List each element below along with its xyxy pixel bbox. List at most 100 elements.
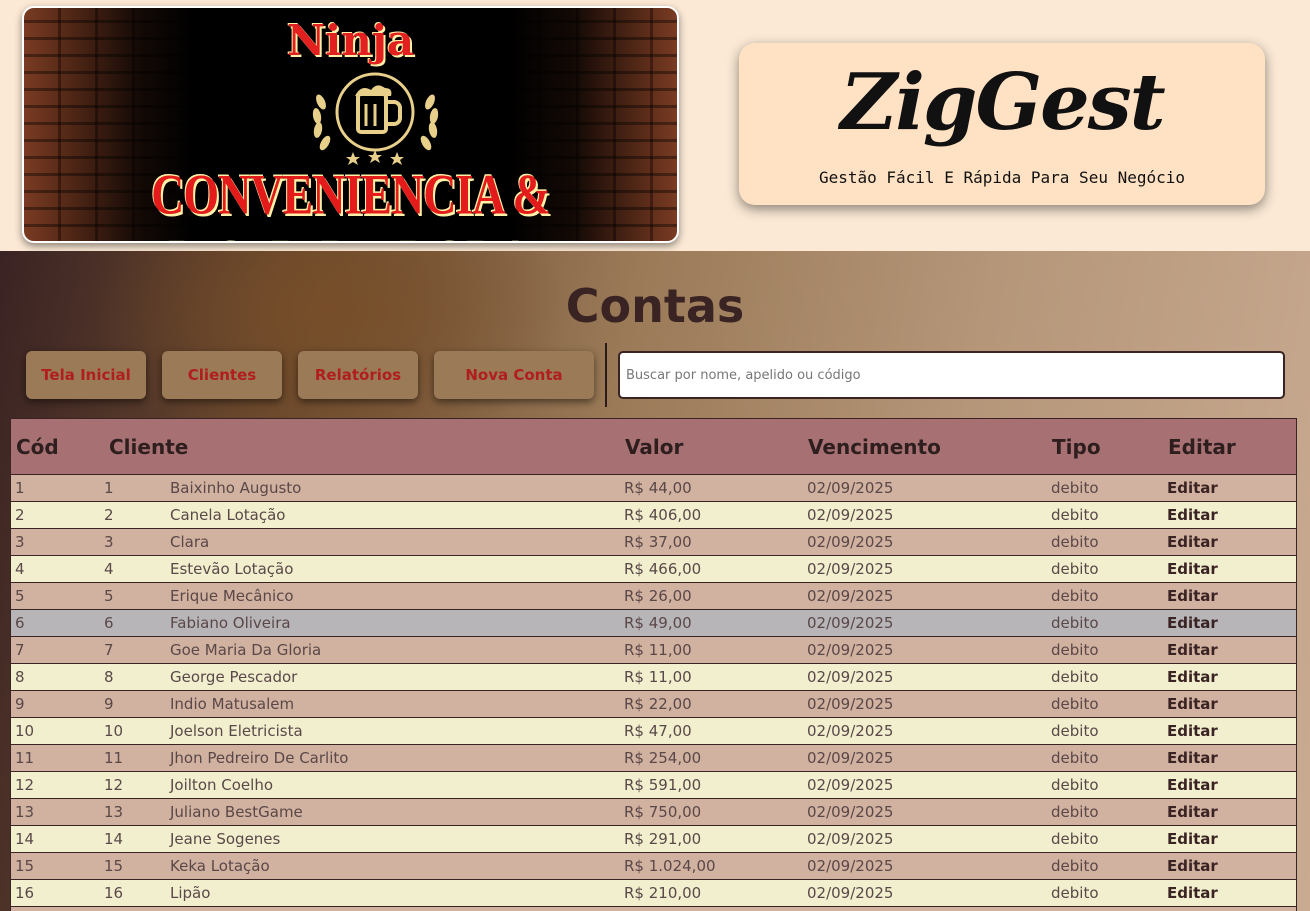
edit-link[interactable]: Editar: [1163, 555, 1296, 583]
table-row[interactable]: 4 4 Estevão Lotação R$ 466,00 02/09/2025 debi…: [11, 555, 1296, 583]
cell-type: debito: [1047, 609, 1163, 637]
cell-code: 10: [11, 717, 104, 745]
edit-link[interactable]: Editar: [1163, 879, 1296, 907]
cell-value: R$ 210,00: [620, 879, 803, 907]
cell-code: 11: [11, 744, 104, 772]
cell-type: debito: [1047, 501, 1163, 529]
edit-link[interactable]: Editar: [1163, 852, 1296, 880]
table-row[interactable]: 7 7 Goe Maria Da Gloria R$ 11,00 02/09/2025 d…: [11, 636, 1296, 664]
table-row[interactable]: 10 10 Joelson Eletricista R$ 47,00 02/09/202…: [11, 717, 1296, 745]
cell-code: 6: [11, 609, 104, 637]
cell-client: 6 Fabiano Oliveira: [104, 609, 620, 637]
cell-type: debito: [1047, 474, 1163, 502]
edit-link[interactable]: [1163, 906, 1296, 911]
cell-client-name: Estevão Lotação: [170, 560, 294, 578]
edit-link[interactable]: Editar: [1163, 744, 1296, 772]
table-row[interactable]: 11 11 Jhon Pedreiro De Carlito R$ 254,00 02/…: [11, 744, 1296, 772]
cell-code: 12: [11, 771, 104, 799]
cell-client: 12 Joilton Coelho: [104, 771, 620, 799]
page-title: Contas: [565, 279, 745, 333]
cell-client-id: 1: [104, 479, 114, 497]
edit-link[interactable]: Editar: [1163, 717, 1296, 745]
home-button[interactable]: Tela Inicial: [26, 351, 146, 399]
edit-link[interactable]: Editar: [1163, 474, 1296, 502]
cell-type: debito: [1047, 798, 1163, 826]
clients-button[interactable]: Clientes: [162, 351, 282, 399]
cell-code: 15: [11, 852, 104, 880]
table-row[interactable]: 8 8 George Pescador R$ 11,00 02/09/2025 debit…: [11, 663, 1296, 691]
reports-button[interactable]: Relatórios: [298, 351, 418, 399]
cell-client-id: 12: [104, 776, 124, 794]
brand-card: ZigGest Gestão Fácil E Rápida Para Seu N…: [739, 43, 1265, 205]
table-row[interactable]: 14 14 Jeane Sogenes R$ 291,00 02/09/2025 debi…: [11, 825, 1296, 853]
cell-value: R$ 22,00: [620, 690, 803, 718]
table-row[interactable]: 16 16 Lipão R$ 210,00 02/09/2025 debito Editar: [11, 879, 1296, 907]
header: Ninja CONVENIENCIA & ZigGest Gestão Fáci…: [0, 0, 1310, 251]
cell-client-id: 10: [104, 722, 124, 740]
col-header-due[interactable]: Vencimento: [803, 418, 1047, 475]
cell-due: [803, 906, 1047, 911]
cell-value: R$ 26,00: [620, 582, 803, 610]
edit-link[interactable]: Editar: [1163, 609, 1296, 637]
cell-client: 4 Estevão Lotação: [104, 555, 620, 583]
col-header-client[interactable]: Cliente: [104, 418, 620, 475]
table-row[interactable]: 13 13 Juliano BestGame R$ 750,00 02/09/2025 d…: [11, 798, 1296, 826]
edit-link[interactable]: Editar: [1163, 690, 1296, 718]
table-row[interactable]: 1717: [11, 906, 1296, 911]
cell-type: debito: [1047, 717, 1163, 745]
cell-value: R$ 591,00: [620, 771, 803, 799]
edit-link[interactable]: Editar: [1163, 528, 1296, 556]
edit-link[interactable]: Editar: [1163, 636, 1296, 664]
cell-client-name: Keka Lotação: [170, 857, 270, 875]
cell-client-id: 8: [104, 668, 114, 686]
cell-code: 17: [11, 906, 104, 911]
cell-client-id: 11: [104, 749, 124, 767]
table-row[interactable]: 5 5 Erique Mecânico R$ 26,00 02/09/2025 debit…: [11, 582, 1296, 610]
cell-due: 02/09/2025: [803, 609, 1047, 637]
cell-client-name: Lipão: [170, 884, 211, 902]
cell-type: debito: [1047, 879, 1163, 907]
edit-link[interactable]: Editar: [1163, 771, 1296, 799]
col-header-type[interactable]: Tipo: [1047, 418, 1163, 475]
edit-link[interactable]: Editar: [1163, 663, 1296, 691]
cell-client-name: Clara: [170, 533, 210, 551]
table-row[interactable]: 2 2 Canela Lotação R$ 406,00 02/09/2025 debit…: [11, 501, 1296, 529]
cell-type: debito: [1047, 582, 1163, 610]
cell-value: R$ 47,00: [620, 717, 803, 745]
table-row[interactable]: 12 12 Joilton Coelho R$ 591,00 02/09/2025 deb…: [11, 771, 1296, 799]
cell-client-name: Canela Lotação: [170, 506, 286, 524]
new-account-button[interactable]: Nova Conta: [434, 351, 594, 399]
cell-due: 02/09/2025: [803, 663, 1047, 691]
table-row[interactable]: 6 6 Fabiano Oliveira R$ 49,00 02/09/2025 debi…: [11, 609, 1296, 637]
logo-line1: Ninja: [286, 16, 415, 65]
col-header-value[interactable]: Valor: [620, 418, 803, 475]
cell-client-id: 15: [104, 857, 124, 875]
col-header-code[interactable]: Cód: [11, 418, 104, 475]
cell-client: 8 George Pescador: [104, 663, 620, 691]
cell-due: 02/09/2025: [803, 717, 1047, 745]
cell-type: debito: [1047, 825, 1163, 853]
cell-client: 2 Canela Lotação: [104, 501, 620, 529]
cell-type: debito: [1047, 636, 1163, 664]
table-row[interactable]: 9 9 Indio Matusalem R$ 22,00 02/09/2025 debit…: [11, 690, 1296, 718]
cell-code: 7: [11, 636, 104, 664]
edit-link[interactable]: Editar: [1163, 501, 1296, 529]
cell-type: debito: [1047, 663, 1163, 691]
cell-due: 02/09/2025: [803, 555, 1047, 583]
cell-due: 02/09/2025: [803, 798, 1047, 826]
cell-due: 02/09/2025: [803, 582, 1047, 610]
table-row[interactable]: 15 15 Keka Lotação R$ 1.024,00 02/09/2025 deb…: [11, 852, 1296, 880]
search-input[interactable]: [618, 351, 1285, 399]
edit-link[interactable]: Editar: [1163, 582, 1296, 610]
edit-link[interactable]: Editar: [1163, 798, 1296, 826]
cell-code: 4: [11, 555, 104, 583]
cell-client-name: Joilton Coelho: [170, 776, 274, 794]
table-row[interactable]: 1 1 Baixinho Augusto R$ 44,00 02/09/2025 debi…: [11, 474, 1296, 502]
main-content: Contas Tela Inicial Clientes Relatórios …: [0, 251, 1310, 911]
cell-client: 16 Lipão: [104, 879, 620, 907]
table-row[interactable]: 3 3 Clara R$ 37,00 02/09/2025 debito Editar: [11, 528, 1296, 556]
cell-client-name: Jeane Sogenes: [170, 830, 281, 848]
cell-client: 10 Joelson Eletricista: [104, 717, 620, 745]
edit-link[interactable]: Editar: [1163, 825, 1296, 853]
cell-type: debito: [1047, 852, 1163, 880]
